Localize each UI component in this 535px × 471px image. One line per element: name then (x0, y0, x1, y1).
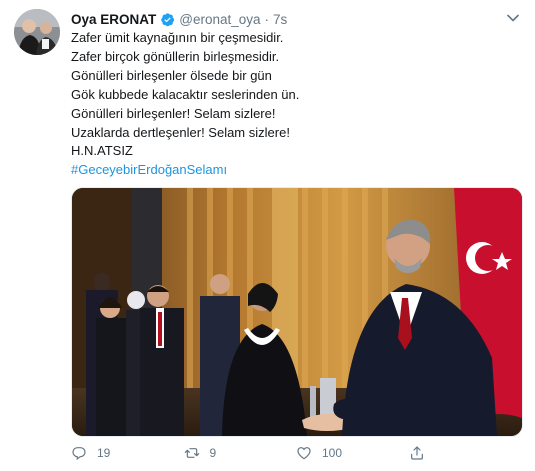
like-count: 100 (322, 446, 343, 460)
tweet-card[interactable]: Oya ERONAT @eronat_oya · 7s Zafer ümit k… (0, 0, 535, 471)
tweet-timestamp[interactable]: 7s (273, 12, 287, 27)
tweet-line: H.N.ATSIZ (71, 143, 133, 159)
tweet-actions: 19 9 100 (71, 443, 521, 463)
hashtag-link[interactable]: #GeceyebirErdoğanSelamı (71, 161, 521, 180)
tweet-text: Zafer ümit kaynağının bir çeşmesidir. Za… (71, 29, 521, 180)
verified-badge-icon (160, 12, 175, 27)
heart-icon (297, 447, 311, 460)
chevron-down-icon[interactable] (505, 10, 521, 26)
reply-count: 19 (97, 446, 111, 460)
tweet-line: Gök kubbede kalacaktır seslerinden ün. (71, 86, 300, 102)
tweet-line: Zafer ümit kaynağının bir çeşmesidir. (71, 30, 284, 45)
share-button[interactable] (409, 445, 522, 461)
author-handle[interactable]: @eronat_oya (179, 12, 260, 27)
retweet-button[interactable]: 9 (184, 445, 297, 461)
tweet-header: Oya ERONAT @eronat_oya · 7s (71, 10, 287, 28)
avatar[interactable] (14, 9, 60, 55)
retweet-icon (184, 448, 199, 458)
share-icon (410, 446, 423, 460)
avatar-image (14, 9, 60, 55)
reply-icon (72, 447, 86, 461)
tweet-line: Gönülleri birleşenler! Selam sizlere! (71, 105, 276, 121)
tweet-line: Uzaklarda dertleşenler! Selam sizlere! (71, 124, 290, 140)
reply-button[interactable]: 19 (71, 445, 184, 461)
author-name[interactable]: Oya ERONAT (71, 12, 156, 27)
retweet-count: 9 (209, 446, 217, 460)
tweet-photo[interactable] (71, 187, 523, 437)
tweet-line: Gönülleri birleşenler ölsede bir gün (71, 67, 272, 83)
header-separator: · (264, 11, 270, 27)
like-button[interactable]: 100 (296, 445, 409, 461)
photo-image (72, 188, 522, 436)
tweet-line: Zafer birçok gönüllerin birleşmesidir. (71, 48, 280, 64)
